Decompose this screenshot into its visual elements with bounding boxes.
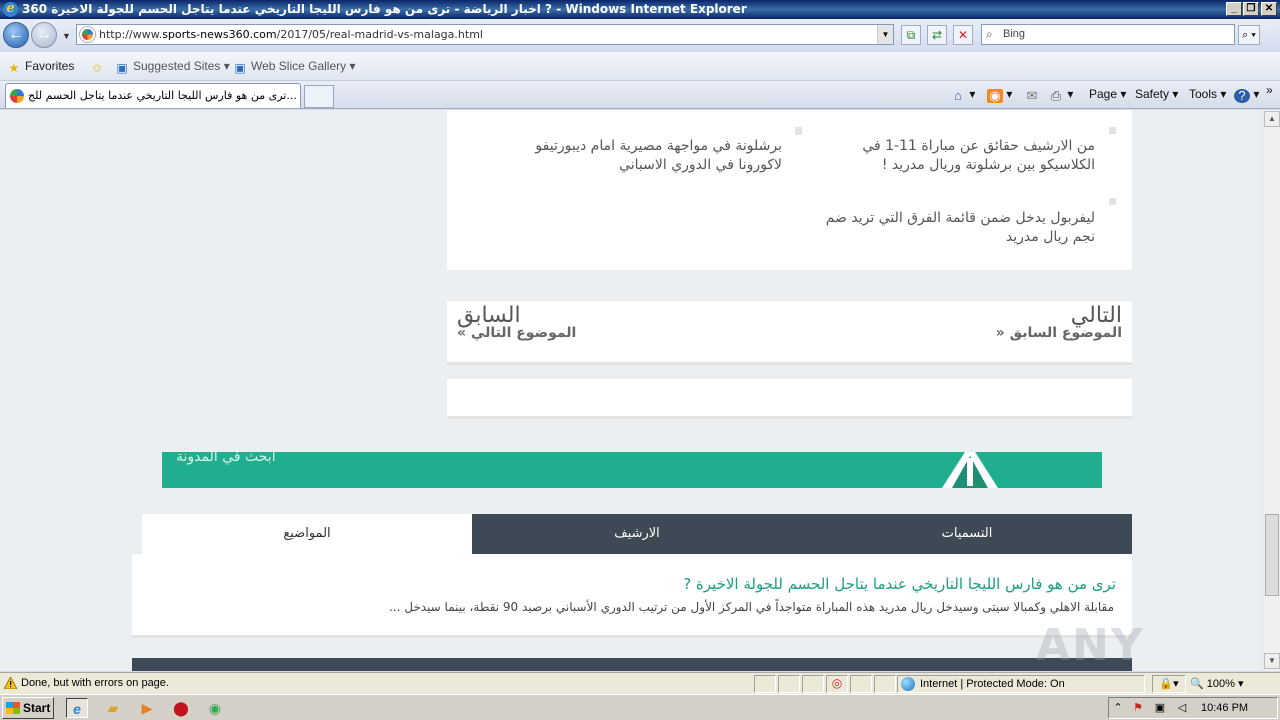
add-star-icon: ✩	[91, 61, 103, 75]
print-button[interactable]: ⎙ ▾	[1048, 87, 1074, 103]
search-provider-icon: ⌕	[986, 27, 993, 41]
add-favorites-icon[interactable]: ✩	[90, 59, 108, 75]
scroll-down-icon[interactable]: ▼	[1264, 653, 1280, 669]
home-icon: ⌂	[954, 88, 962, 103]
tab-labels[interactable]: التسميات	[802, 514, 1132, 554]
page-menu[interactable]: Page ▾	[1089, 87, 1126, 101]
status-message: Done, but with errors on page.	[21, 677, 169, 689]
search-input[interactable]: ⌕ Bing	[981, 24, 1235, 45]
taskbar: Start e ▰ ▶ ⬤ ◉ ⌃ ⚑ ▣ ◁ 10:46 PM	[0, 694, 1280, 720]
history-dropdown-icon[interactable]: ▼	[62, 31, 71, 41]
comments-card	[447, 379, 1132, 419]
system-tray: ⌃ ⚑ ▣ ◁ 10:46 PM	[1108, 697, 1278, 719]
tab-label: ترى من هو فارس الليجا التاريخي عندما يتا…	[28, 89, 297, 102]
address-dropdown-icon[interactable]: ▼	[877, 25, 893, 44]
web-slice-gallery-link[interactable]: ▣ Web Slice Gallery ▾	[233, 59, 355, 75]
favorites-button[interactable]: ★ Favorites	[7, 59, 75, 75]
blog-search-label: ابحث في المدونة	[176, 452, 276, 465]
ie-logo-icon: e	[3, 2, 18, 17]
minimize-button[interactable]: _	[1226, 2, 1242, 16]
search-button[interactable]: ⌕ ▾	[1238, 25, 1260, 45]
browser-tab-active[interactable]: ترى من هو فارس الليجا التاريخي عندما يتا…	[5, 83, 301, 108]
address-toolbar: ← → ▼ http://www.sports-news360.com/2017…	[0, 19, 1280, 52]
tab-topics[interactable]: المواضيع	[142, 514, 472, 554]
search-placeholder: Bing	[1003, 28, 1026, 40]
topic-post-card: ترى من هو فارس الليجا التاريخي عندما يتا…	[132, 554, 1132, 638]
clock: 10:46 PM	[1201, 702, 1249, 714]
security-zone[interactable]: Internet | Protected Mode: On	[897, 675, 1145, 693]
restore-button[interactable]: ❐	[1243, 2, 1259, 16]
tab-favicon-icon	[10, 89, 24, 103]
sidebar-tabs: المواضيع الارشيف التسميات	[142, 514, 1132, 554]
page-viewport: من الارشيف حقائق عن مباراة 11-1 في الكلا…	[0, 110, 1262, 671]
chevron-more-icon[interactable]: »	[1266, 83, 1273, 97]
post-title-link[interactable]: ترى من هو فارس الليجا التاريخي عندما يتا…	[683, 575, 1116, 593]
media-player-icon[interactable]: ▶	[136, 698, 158, 718]
related-post-link-1[interactable]: من الارشيف حقائق عن مباراة 11-1 في الكلا…	[807, 137, 1095, 175]
action-center-icon[interactable]: ⚑	[1131, 701, 1145, 715]
help-menu[interactable]: ? ▾	[1234, 87, 1259, 103]
related-post-link-2[interactable]: برشلونة في مواجهة مصيرية امام ديبورتيفو …	[487, 137, 782, 175]
favorites-bar: ★ Favorites ✩ ▣ Suggested Sites ▾ ▣ Web Sli…	[0, 52, 1280, 81]
window-titlebar[interactable]: e 360 اخبار الرياضة - ترى من هو فارس الل…	[0, 0, 1280, 19]
post-excerpt: مقابلة الاهلي وكمبالا سيتى وسيدخل ريال م…	[389, 600, 1114, 614]
scroll-up-icon[interactable]: ▲	[1264, 111, 1280, 127]
privacy-icon[interactable]: ◎	[826, 675, 848, 693]
related-bullet	[795, 127, 802, 134]
related-bullet	[1109, 198, 1116, 205]
lock-icon[interactable]: 🔒▾	[1152, 675, 1186, 693]
tools-menu[interactable]: Tools ▾	[1189, 87, 1226, 101]
safety-menu[interactable]: Safety ▾	[1135, 87, 1178, 101]
mail-icon: ✉	[1026, 88, 1038, 103]
warning-icon[interactable]	[4, 677, 17, 689]
printer-icon: ⎙	[1050, 88, 1062, 103]
page-icon: ▣	[116, 61, 128, 75]
next-post-link[interactable]: الموضوع السابق «	[996, 325, 1122, 341]
window-title: 360 اخبار الرياضة - ترى من هو فارس الليج…	[22, 2, 747, 16]
prev-next-card: التالي الموضوع السابق « السابق الموضوع ا…	[447, 301, 1132, 365]
tray-expand-icon[interactable]: ⌃	[1111, 701, 1125, 715]
star-icon: ★	[8, 61, 20, 75]
blog-search-bar[interactable]: ابحث في المدونة	[162, 452, 1102, 488]
address-url: http://www.sports-news360.com/2017/05/re…	[99, 28, 483, 41]
windows-logo-icon	[6, 702, 20, 714]
chrome-icon[interactable]: ◉	[204, 698, 226, 718]
vertical-scrollbar[interactable]: ▲ ▼	[1262, 110, 1280, 671]
folder-icon[interactable]: ▰	[102, 698, 124, 718]
close-button[interactable]: ✕	[1261, 2, 1277, 16]
network-icon[interactable]: ▣	[1153, 701, 1167, 715]
compatibility-view-icon[interactable]: ⧉	[901, 25, 921, 45]
back-button[interactable]: ←	[3, 22, 29, 48]
globe-icon	[901, 677, 915, 691]
prev-post-link[interactable]: الموضوع التالي »	[457, 325, 576, 341]
page-icon: ▣	[234, 61, 246, 75]
feeds-button[interactable]: ◉ ▾	[987, 87, 1012, 103]
status-bar: Done, but with errors on page. ◎ Interne…	[0, 672, 1280, 694]
suggested-sites-link[interactable]: ▣ Suggested Sites ▾	[115, 59, 229, 75]
refresh-icon[interactable]: ⇄	[927, 25, 947, 45]
scroll-thumb[interactable]	[1265, 514, 1279, 596]
ie-taskbar-icon[interactable]: e	[66, 698, 88, 718]
volume-icon[interactable]: ◁	[1175, 701, 1189, 715]
new-tab-button[interactable]	[304, 85, 334, 108]
related-post-link-3[interactable]: ليفربول يدخل ضمن قائمة الفرق التي تريد ض…	[807, 209, 1095, 247]
anyrun-watermark: ANY RUN	[1036, 620, 1145, 671]
rss-icon: ◉	[987, 89, 1003, 103]
related-posts-card: من الارشيف حقائق عن مباراة 11-1 في الكلا…	[447, 110, 1132, 270]
site-favicon-icon	[80, 27, 95, 42]
stop-icon[interactable]: ✕	[953, 25, 973, 45]
footer-strip	[132, 658, 1132, 671]
help-icon: ?	[1234, 89, 1250, 103]
related-bullet	[1109, 127, 1116, 134]
opera-icon[interactable]: ⬤	[170, 698, 192, 718]
home-button[interactable]: ⌂ ▾	[950, 87, 975, 103]
read-mail-button[interactable]: ✉	[1024, 87, 1040, 103]
tab-command-bar: ترى من هو فارس الليجا التاريخي عندما يتا…	[0, 81, 1280, 109]
forward-button[interactable]: →	[31, 22, 57, 48]
tab-archive[interactable]: الارشيف	[472, 514, 802, 554]
address-input[interactable]: http://www.sports-news360.com/2017/05/re…	[76, 24, 894, 45]
start-button[interactable]: Start	[2, 697, 54, 719]
zoom-level[interactable]: 🔍 100% ▾	[1190, 677, 1243, 690]
